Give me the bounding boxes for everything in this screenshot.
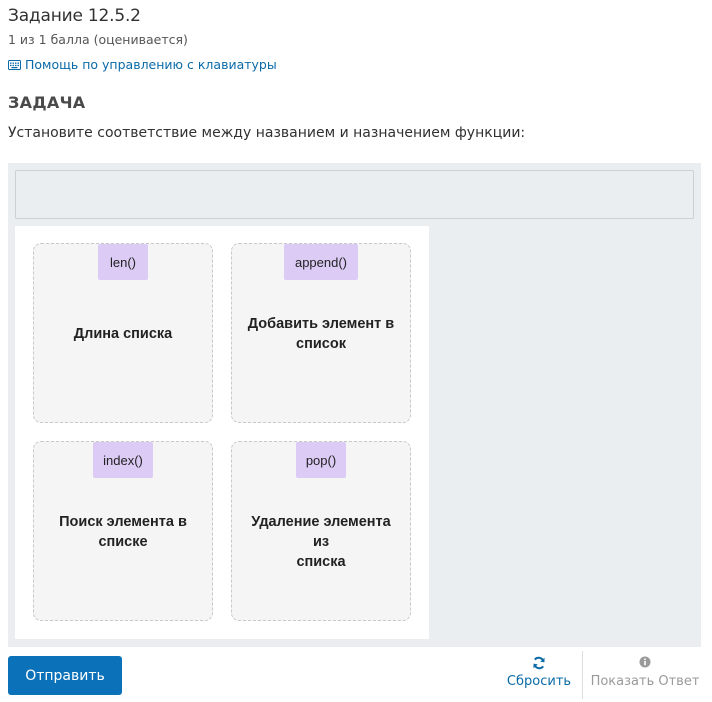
problem-points: 1 из 1 балла (оценивается) [8,32,188,47]
drop-zone[interactable]: len() Длина списка [33,243,213,423]
drag-and-drop-area: len() Длина списка append() Добавить эле… [8,163,701,647]
item-bank[interactable] [15,170,694,219]
draggable-item[interactable]: append() [284,244,358,280]
zone-label-line: списке [98,534,148,550]
drop-zone[interactable]: pop() Удаление элемента из списка [231,441,411,621]
task-text: Установите соответствие между названием … [8,125,526,141]
zone-label: Добавить элемент в список [242,314,400,354]
zone-label-line: Добавить элемент в [247,316,395,332]
zone-label-line: список [296,336,346,352]
zone-label-line: Длина списка [73,326,173,342]
zone-label: Удаление элемента из списка [242,512,400,572]
zone-label: Поиск элемента в списке [44,512,202,552]
draggable-item[interactable]: len() [98,244,148,280]
submit-button[interactable]: Отправить [8,656,122,695]
keyboard-help-label: Помощь по управлению с клавиатуры [25,57,277,72]
reset-label: Сбросить [506,674,572,689]
show-answer-button: Показать Ответ [590,656,700,694]
reset-button[interactable]: Сбросить [503,656,575,694]
draggable-item[interactable]: index() [93,442,153,478]
show-answer-label: Показать Ответ [590,674,700,689]
target-board: len() Длина списка append() Добавить эле… [15,226,429,639]
task-heading: ЗАДАЧА [8,93,86,112]
drop-zone[interactable]: index() Поиск элемента в списке [33,441,213,621]
keyboard-icon [8,59,21,70]
problem-page: Задание 12.5.2 1 из 1 балла (оценивается… [0,0,712,702]
draggable-item[interactable]: pop() [296,442,346,478]
zone-label-line: Удаление элемента из [251,514,391,550]
problem-title: Задание 12.5.2 [8,6,141,26]
zone-label-line: Поиск элемента в [59,514,187,530]
zone-label-line: списка [296,554,346,570]
refresh-icon [503,656,575,672]
info-icon [590,656,700,672]
drop-zone[interactable]: append() Добавить элемент в список [231,243,411,423]
action-divider [582,651,583,699]
keyboard-help-link[interactable]: Помощь по управлению с клавиатуры [8,57,277,72]
zone-label: Длина списка [44,324,202,344]
